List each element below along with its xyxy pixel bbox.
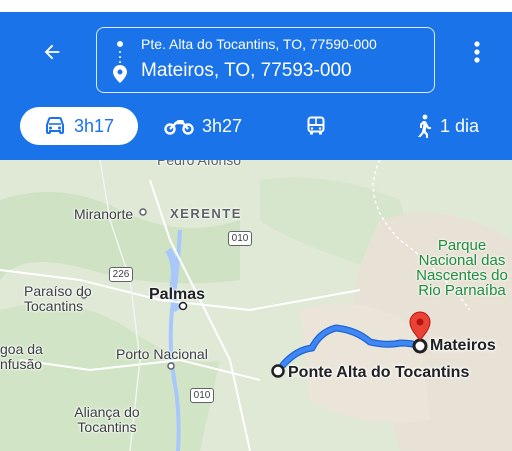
road-shield-010-top: 010 [228, 231, 252, 246]
tab-motorcycle-label: 3h27 [202, 115, 243, 136]
tab-transit[interactable] [306, 107, 326, 145]
car-icon [45, 117, 64, 134]
back-button[interactable] [34, 34, 70, 70]
tab-walk-label: 1 dia [440, 115, 480, 136]
label-pedro-afonso: Pedro Afonso [157, 160, 242, 168]
tab-walk[interactable]: 1 dia [416, 107, 479, 145]
label-palmas: Palmas [149, 286, 206, 303]
label-xerente: XERENTE [170, 206, 242, 221]
tab-car-label: 3h17 [73, 115, 115, 136]
origin-dot-icon [117, 41, 123, 47]
label-lagoa: goa da nfusão [0, 341, 43, 372]
arrow-back-icon [44, 44, 60, 60]
label-parque-nacional: Parque Nacional das Nascentes do Rio Par… [416, 237, 508, 299]
bus-icon [307, 116, 325, 135]
more-options-button[interactable] [462, 34, 492, 70]
label-ponte-alta: Ponte Alta do Tocantins [288, 364, 470, 381]
label-porto-nacional: Porto Nacional [116, 346, 208, 362]
label-paraiso: Paraíso do Tocantins [24, 283, 92, 314]
destination-field[interactable]: Mateiros, TO, 77593-000 [141, 60, 352, 82]
status-area [0, 0, 512, 12]
walk-icon [418, 114, 431, 138]
origin-marker [271, 364, 285, 378]
map-view[interactable]: Pedro Afonso Miranorte XERENTE 010 226 P… [0, 160, 512, 451]
tab-car[interactable]: 3h17 [20, 107, 138, 145]
more-vert-icon [474, 41, 480, 63]
destination-pin-icon [113, 65, 127, 83]
road-shield-010-bottom: 010 [190, 388, 214, 403]
travel-mode-tabs: 3h17 3h27 1 dia [0, 107, 512, 151]
label-alianca: Aliança do Tocantins [74, 404, 140, 435]
tab-motorcycle[interactable]: 3h27 [164, 107, 242, 145]
label-mateiros: Mateiros [430, 337, 496, 354]
route-inputs: Pte. Alta do Tocantins, TO, 77590-000 Ma… [96, 27, 435, 93]
motorcycle-icon [164, 120, 194, 135]
label-miranorte: Miranorte [74, 206, 134, 222]
origin-field[interactable]: Pte. Alta do Tocantins, TO, 77590-000 [141, 36, 377, 52]
destination-marker [412, 338, 428, 354]
road-shield-226: 226 [109, 267, 133, 282]
route-dots-icon [119, 51, 121, 65]
